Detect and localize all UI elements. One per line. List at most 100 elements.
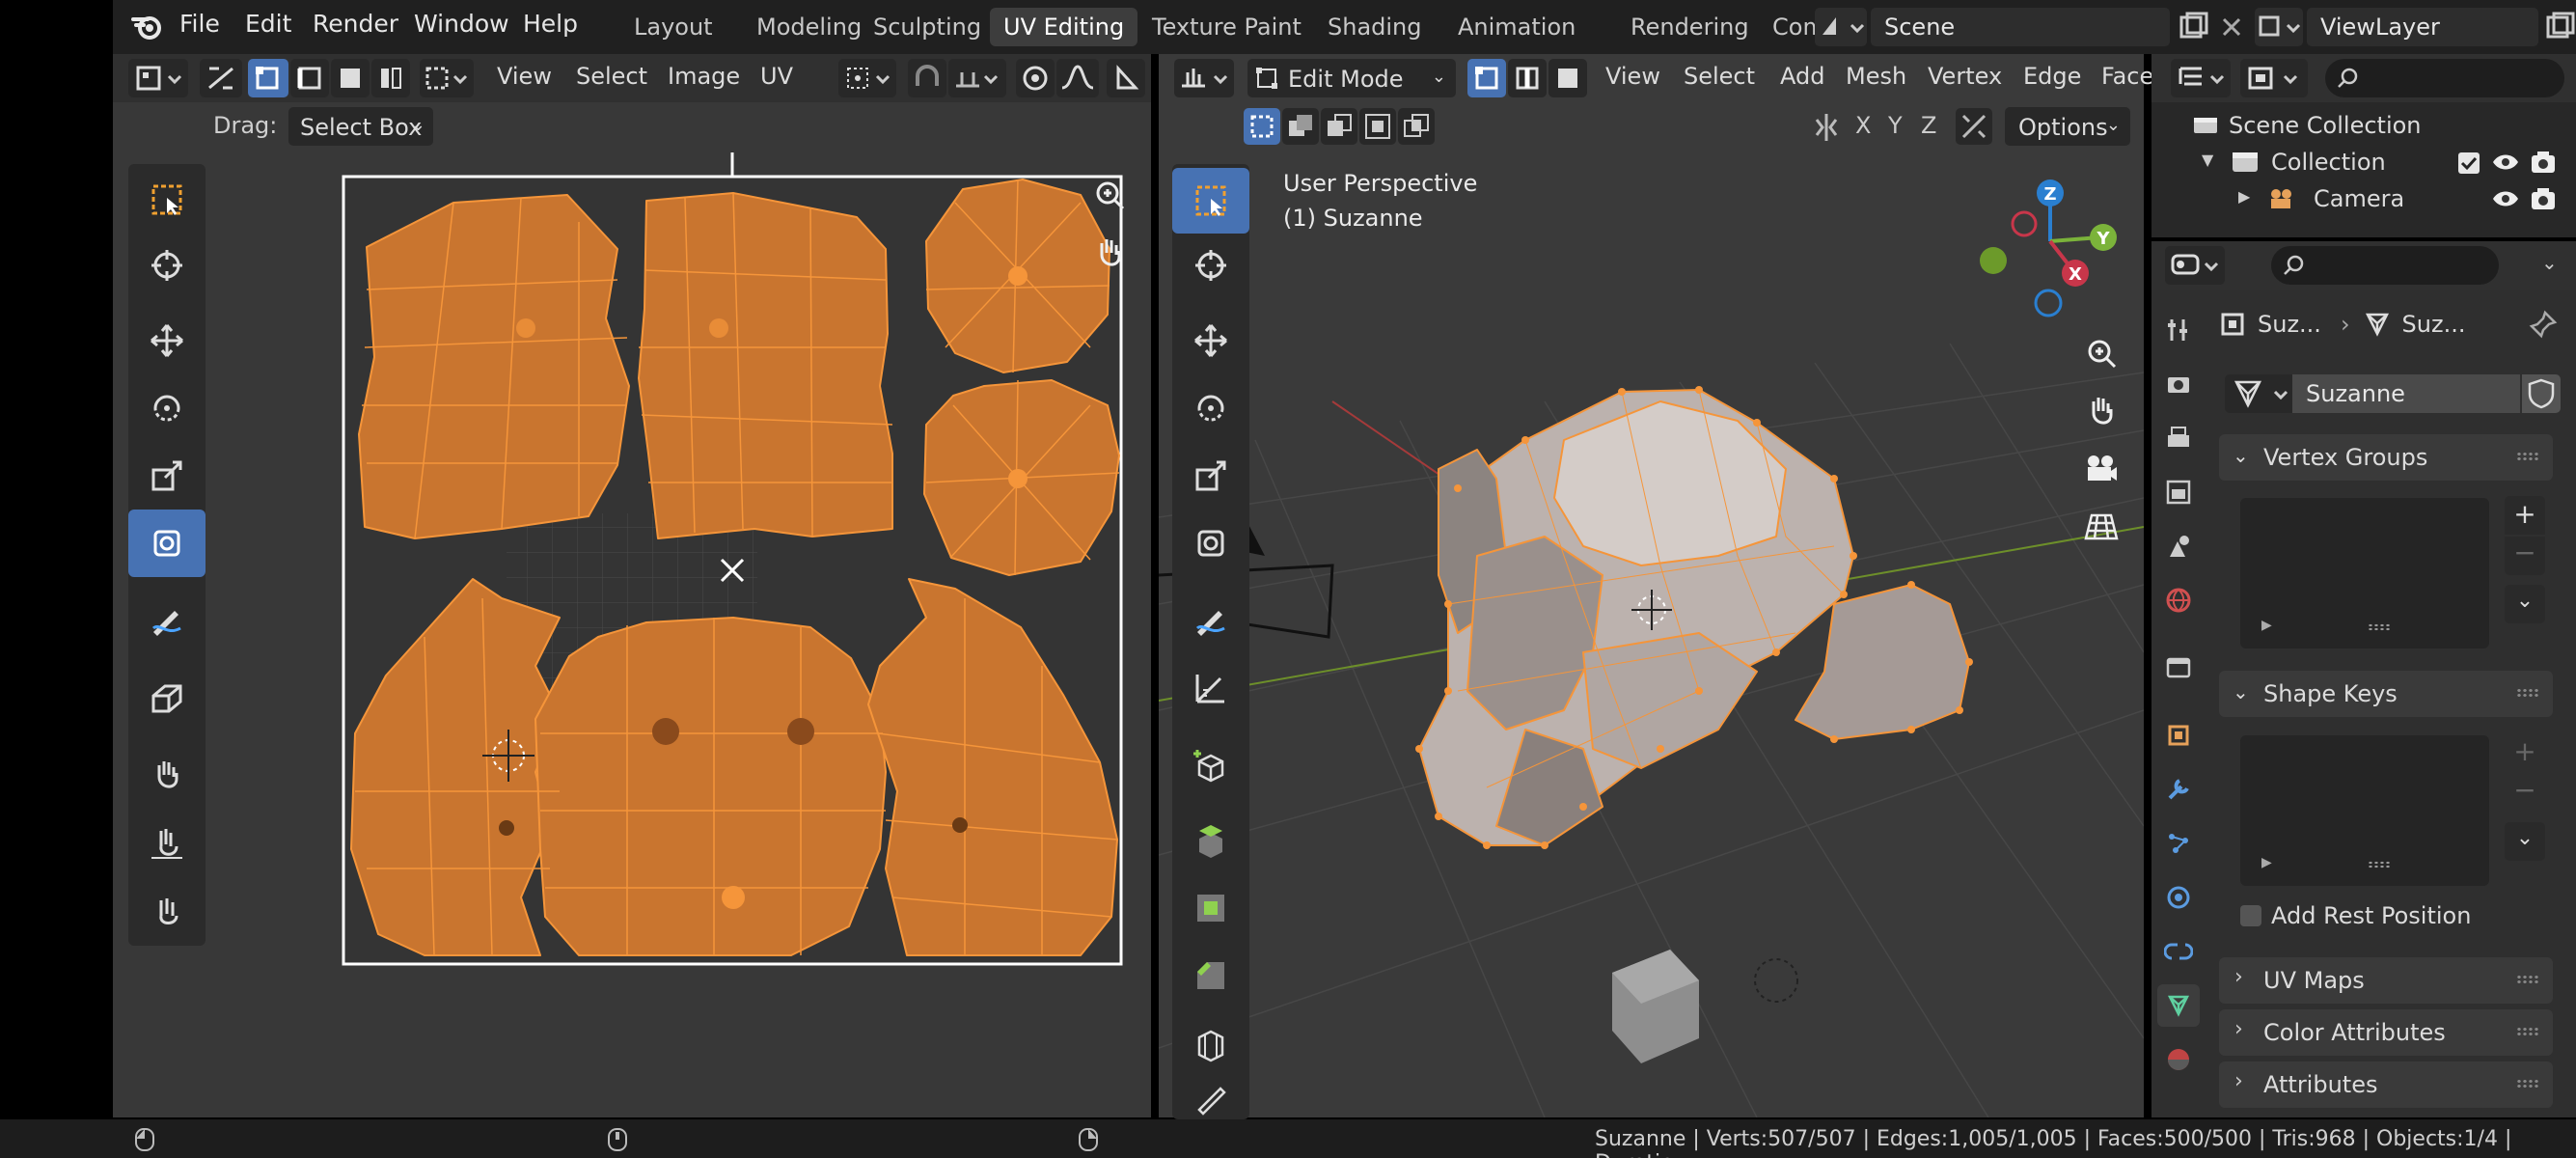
tab-sculpting[interactable]: Sculpting xyxy=(860,8,995,46)
outliner-search-input[interactable] xyxy=(2325,59,2564,97)
menu-file[interactable]: File xyxy=(179,10,220,38)
pinch-tool-icon[interactable] xyxy=(137,880,197,940)
uv-menu-select[interactable]: Select xyxy=(576,63,647,90)
select-invert-icon[interactable] xyxy=(1359,108,1396,145)
mirror-z-toggle[interactable]: Z xyxy=(1921,112,1936,139)
uv-canvas[interactable] xyxy=(318,145,1148,1110)
sticky-selection-icon[interactable] xyxy=(420,59,474,97)
proportional-editing-icon[interactable] xyxy=(1016,59,1055,97)
remove-vertex-group-button[interactable]: − xyxy=(2505,537,2545,575)
add-rest-position-checkbox[interactable] xyxy=(2240,905,2261,926)
cursor-tool-icon[interactable] xyxy=(1181,235,1241,295)
knife-tool-icon[interactable] xyxy=(1181,1081,1241,1119)
measure-tool-icon[interactable] xyxy=(1181,658,1241,718)
scene-selector-icon[interactable] xyxy=(1815,8,1867,46)
display-mode-icon[interactable] xyxy=(2240,59,2308,97)
select-intersect-icon[interactable] xyxy=(1398,108,1435,145)
rip-region-tool-icon[interactable] xyxy=(137,668,197,728)
mirror-x-toggle[interactable]: X xyxy=(1855,112,1871,139)
pin-icon[interactable] xyxy=(2528,309,2559,340)
camera-view-icon[interactable] xyxy=(2082,450,2121,488)
select-subtract-icon[interactable] xyxy=(1321,108,1357,145)
outliner-row-collection[interactable]: ▼ Collection xyxy=(2202,145,2568,179)
scene-name-field[interactable]: Scene xyxy=(1871,8,2170,46)
viewport-menu-view[interactable]: View xyxy=(1605,63,1660,90)
tab-rendering[interactable]: Rendering xyxy=(1617,8,1763,46)
drag-handle-icon[interactable] xyxy=(2516,688,2539,698)
uv-menu-image[interactable]: Image xyxy=(668,63,740,90)
viewport-menu-add[interactable]: Add xyxy=(1780,63,1824,90)
tool-tab-icon[interactable] xyxy=(2157,309,2200,351)
exclude-checkbox[interactable] xyxy=(2458,152,2480,174)
scale-tool-icon[interactable] xyxy=(1181,446,1241,506)
particles-tab-icon[interactable] xyxy=(2157,822,2200,865)
viewport-editor-type-icon[interactable] xyxy=(1174,59,1234,97)
cursor-tool-icon[interactable] xyxy=(137,235,197,295)
world-tab-icon[interactable] xyxy=(2157,579,2200,621)
viewport-menu-face[interactable]: Face xyxy=(2101,63,2153,90)
transform-tool-icon[interactable] xyxy=(1181,513,1241,573)
collection-tab-icon[interactable] xyxy=(2157,647,2200,689)
annotate-tool-icon[interactable] xyxy=(137,591,197,650)
add-cube-tool-icon[interactable] xyxy=(1181,735,1241,795)
grab-tool-icon[interactable] xyxy=(137,745,197,805)
uv-menu-view[interactable]: View xyxy=(497,63,552,90)
editor-type-icon[interactable] xyxy=(128,59,188,97)
uv-menu-uv[interactable]: UV xyxy=(760,63,793,90)
move-tool-icon[interactable] xyxy=(1181,311,1241,371)
viewport-menu-select[interactable]: Select xyxy=(1684,63,1755,90)
tab-texture-paint[interactable]: Texture Paint xyxy=(1138,8,1315,46)
add-shape-key-button[interactable]: + xyxy=(2505,733,2545,772)
inset-tool-icon[interactable] xyxy=(1181,878,1241,938)
viewport-menu-mesh[interactable]: Mesh xyxy=(1846,63,1906,90)
tab-shading[interactable]: Shading xyxy=(1314,8,1436,46)
properties-search-input[interactable] xyxy=(2271,246,2499,285)
modifier-tab-icon[interactable] xyxy=(2157,768,2200,811)
outliner-row-scene-collection[interactable]: Scene Collection xyxy=(2192,108,2559,143)
viewport-menu-vertex[interactable]: Vertex xyxy=(1928,63,2002,90)
chevron-down-icon[interactable]: ⌄ xyxy=(2541,251,2558,274)
expand-arrow-icon[interactable]: ▶ xyxy=(2261,855,2272,870)
menu-window[interactable]: Window xyxy=(414,10,509,38)
pan-hand-icon[interactable] xyxy=(1090,234,1129,272)
rotate-tool-icon[interactable] xyxy=(1181,378,1241,438)
menu-help[interactable]: Help xyxy=(523,10,578,38)
island-select-mode-icon[interactable] xyxy=(371,59,410,97)
select-extend-icon[interactable] xyxy=(1282,108,1319,145)
drag-handle-icon[interactable] xyxy=(2516,1027,2539,1036)
menu-render[interactable]: Render xyxy=(313,10,398,38)
outliner-editor-type-icon[interactable] xyxy=(2171,59,2231,97)
resize-handle-icon[interactable] xyxy=(2368,861,2391,868)
scale-tool-icon[interactable] xyxy=(137,446,197,506)
color-attributes-panel-header[interactable]: › Color Attributes xyxy=(2219,1009,2553,1056)
drag-handle-icon[interactable] xyxy=(2516,975,2539,984)
drag-handle-icon[interactable] xyxy=(2516,1079,2539,1089)
resize-handle-icon[interactable] xyxy=(2368,623,2391,631)
remove-shape-key-button[interactable]: − xyxy=(2505,774,2545,813)
mesh-name-field[interactable]: Suzanne xyxy=(2292,374,2520,413)
mesh-data-tab-icon[interactable] xyxy=(2157,984,2200,1027)
select-box-tool-icon[interactable] xyxy=(1172,168,1249,234)
tab-layout[interactable]: Layout xyxy=(620,8,726,46)
face-select-mode-icon[interactable] xyxy=(331,59,370,97)
render-tab-icon[interactable] xyxy=(2157,363,2200,405)
vertex-select-mode-icon[interactable] xyxy=(248,59,288,97)
scene-tab-icon[interactable] xyxy=(2157,525,2200,567)
drag-handle-icon[interactable] xyxy=(2516,452,2539,461)
mode-dropdown[interactable]: Edit Mode ⌄ xyxy=(1247,59,1456,97)
material-tab-icon[interactable] xyxy=(2157,1038,2200,1081)
view-layer-field[interactable]: ViewLayer xyxy=(2307,8,2538,46)
vertex-groups-list[interactable]: ▶ xyxy=(2240,498,2489,648)
edge-select-icon[interactable] xyxy=(1508,59,1547,97)
gizmo-toggle-icon[interactable] xyxy=(1107,59,1145,97)
attributes-panel-header[interactable]: › Attributes xyxy=(2219,1062,2553,1108)
tab-animation[interactable]: Animation xyxy=(1444,8,1589,46)
snap-target-icon[interactable] xyxy=(948,59,1006,97)
fake-user-shield-icon[interactable] xyxy=(2522,374,2561,413)
vertex-groups-panel-header[interactable]: ⌄ Vertex Groups xyxy=(2219,434,2553,481)
move-tool-icon[interactable] xyxy=(137,311,197,371)
mirror-y-toggle[interactable]: Y xyxy=(1888,112,1903,139)
physics-tab-icon[interactable] xyxy=(2157,876,2200,919)
new-view-layer-icon[interactable] xyxy=(2544,12,2575,42)
vertex-group-specials-icon[interactable]: ⌄ xyxy=(2505,585,2545,623)
